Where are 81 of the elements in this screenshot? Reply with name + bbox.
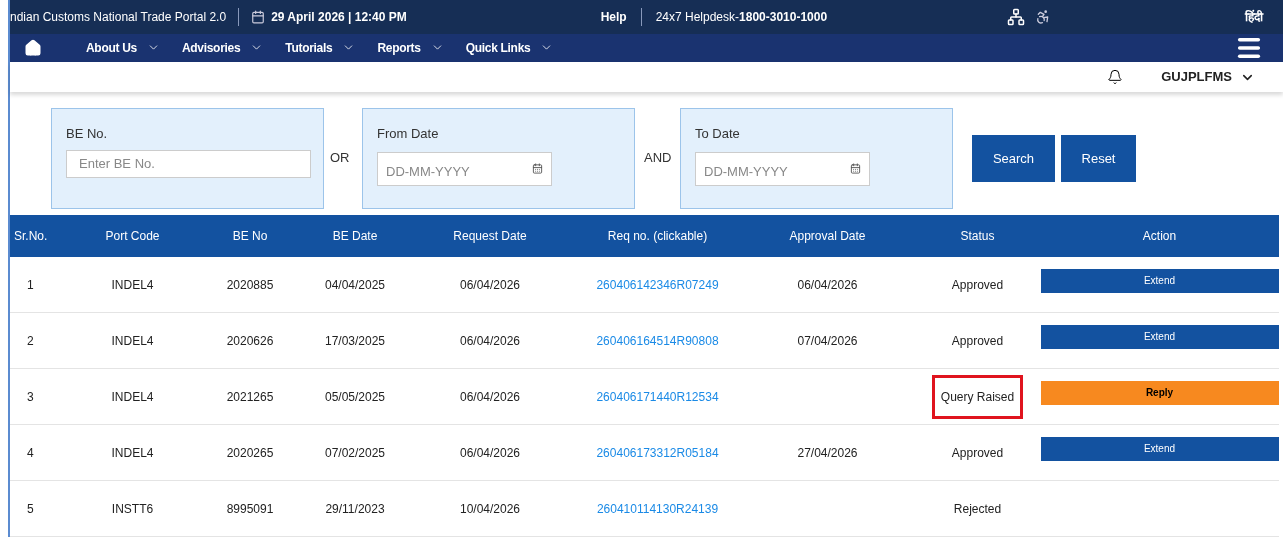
nav-menu-item[interactable]: Tutorials xyxy=(285,38,356,57)
nav-menu-item[interactable]: About Us xyxy=(86,38,160,57)
request-number-link[interactable]: 260406142346R07249 xyxy=(596,277,719,292)
language-link[interactable]: हिंदी xyxy=(1245,8,1263,26)
status-cell-text: Approved xyxy=(950,276,1005,294)
be-number-field[interactable]: Enter BE No. xyxy=(66,149,311,178)
date-placeholder: DD-MM-YYYY xyxy=(386,163,470,181)
nav-menu-item[interactable]: Reports xyxy=(377,38,444,57)
table-cell-text: INDEL4 xyxy=(110,276,155,294)
nav-menu-item[interactable]: Quick Links xyxy=(465,38,554,57)
date-field[interactable]: DD-MM-YYYY xyxy=(695,151,870,186)
table-cell-text: 05/05/2025 xyxy=(323,388,387,406)
column-header: Status xyxy=(959,227,996,245)
extend-button[interactable]: Extend xyxy=(1040,324,1279,349)
table-cell-text: 29/11/2023 xyxy=(324,500,386,518)
helpdesk-number: 1800-3010-1000 xyxy=(739,9,828,26)
table-cell-text: 06/04/2026 xyxy=(458,444,522,462)
reset-button[interactable]: Reset xyxy=(1061,135,1136,183)
table-cell-text: 06/04/2026 xyxy=(458,332,522,350)
table-cell-text: INSTT6 xyxy=(110,500,155,518)
status-cell-text: Approved xyxy=(950,444,1005,462)
table-cell: 06/04/2026 xyxy=(797,277,858,292)
column-header: Sr.No. xyxy=(13,227,49,245)
date-field[interactable]: DD-MM-YYYY xyxy=(377,151,552,186)
table-cell-text: 07/02/2025 xyxy=(323,444,387,462)
date-placeholder: DD-MM-YYYY xyxy=(704,163,788,181)
table-cell-text: 10/04/2026 xyxy=(458,500,522,518)
request-number-link[interactable]: 260406164514R90808 xyxy=(596,333,719,348)
status-cell: Query Raised xyxy=(931,374,1024,419)
notification-bell-icon[interactable] xyxy=(1107,69,1124,86)
table-cell-text: 04/04/2025 xyxy=(323,276,387,294)
status-cell-text: Rejected xyxy=(952,500,1003,518)
home-icon[interactable] xyxy=(24,38,42,57)
field-label: From Date xyxy=(377,125,440,144)
table-cell-text: 2020885 xyxy=(225,276,275,294)
table-cell: 27/04/2026 xyxy=(797,445,858,460)
table-cell-text: 2020265 xyxy=(225,444,275,462)
table-cell-text: INDEL4 xyxy=(110,388,155,406)
calendar-icon xyxy=(850,163,861,175)
calendar-icon xyxy=(251,10,266,24)
column-header: Action xyxy=(1141,227,1178,245)
table-cell-text: 4 xyxy=(26,444,35,462)
or-label: OR xyxy=(330,149,351,168)
search-button[interactable]: Search xyxy=(972,135,1055,183)
table-cell-text: 06/04/2026 xyxy=(458,388,522,406)
table-cell-text: 17/03/2025 xyxy=(323,332,387,350)
extend-button[interactable]: Extend xyxy=(1040,436,1279,461)
field-label: BE No. xyxy=(66,125,109,144)
portal-name: ndian Customs National Trade Portal 2.0 xyxy=(10,9,227,26)
table-cell-text: 2 xyxy=(26,332,35,350)
calendar-icon xyxy=(532,163,543,175)
reply-button[interactable]: Reply xyxy=(1040,380,1279,405)
field-label: To Date xyxy=(695,125,741,144)
user-menu[interactable]: GUJPLFMS xyxy=(1161,67,1255,87)
table-cell-text: 2020626 xyxy=(225,332,275,350)
table-cell-text: INDEL4 xyxy=(110,332,155,350)
column-header: BE No xyxy=(231,227,269,245)
column-header: Request Date xyxy=(452,227,528,245)
request-number-link[interactable]: 260406171440R12534 xyxy=(596,389,719,404)
and-label: AND xyxy=(644,149,673,168)
extend-button[interactable]: Extend xyxy=(1040,268,1279,293)
table-cell-text: 8995091 xyxy=(225,500,275,518)
sitemap-icon[interactable] xyxy=(1007,8,1026,26)
help-link[interactable]: Help xyxy=(600,8,627,26)
date-time: 29 April 2026 | 12:40 PM xyxy=(271,9,407,26)
column-header: Port Code xyxy=(104,227,161,245)
helpdesk-label: 24x7 Helpdesk- xyxy=(655,9,740,26)
table-cell: 07/04/2026 xyxy=(797,333,858,348)
request-number-link[interactable]: 260410114130R24139 xyxy=(596,501,719,516)
nav-menu-item[interactable]: Advisories xyxy=(181,38,264,57)
request-number-link[interactable]: 260406173312R05184 xyxy=(596,445,719,460)
table-cell-text: 2021265 xyxy=(225,388,275,406)
column-header: Req no. (clickable) xyxy=(606,227,709,245)
status-cell-text: Approved xyxy=(950,332,1005,350)
table-cell-text: 06/04/2026 xyxy=(458,276,522,294)
table-cell-text: 3 xyxy=(26,388,35,406)
table-cell-text: 5 xyxy=(26,500,35,518)
table-cell-text: INDEL4 xyxy=(110,444,155,462)
column-header: BE Date xyxy=(331,227,379,245)
column-header: Approval Date xyxy=(788,227,867,245)
table-cell-text: 1 xyxy=(26,276,35,294)
